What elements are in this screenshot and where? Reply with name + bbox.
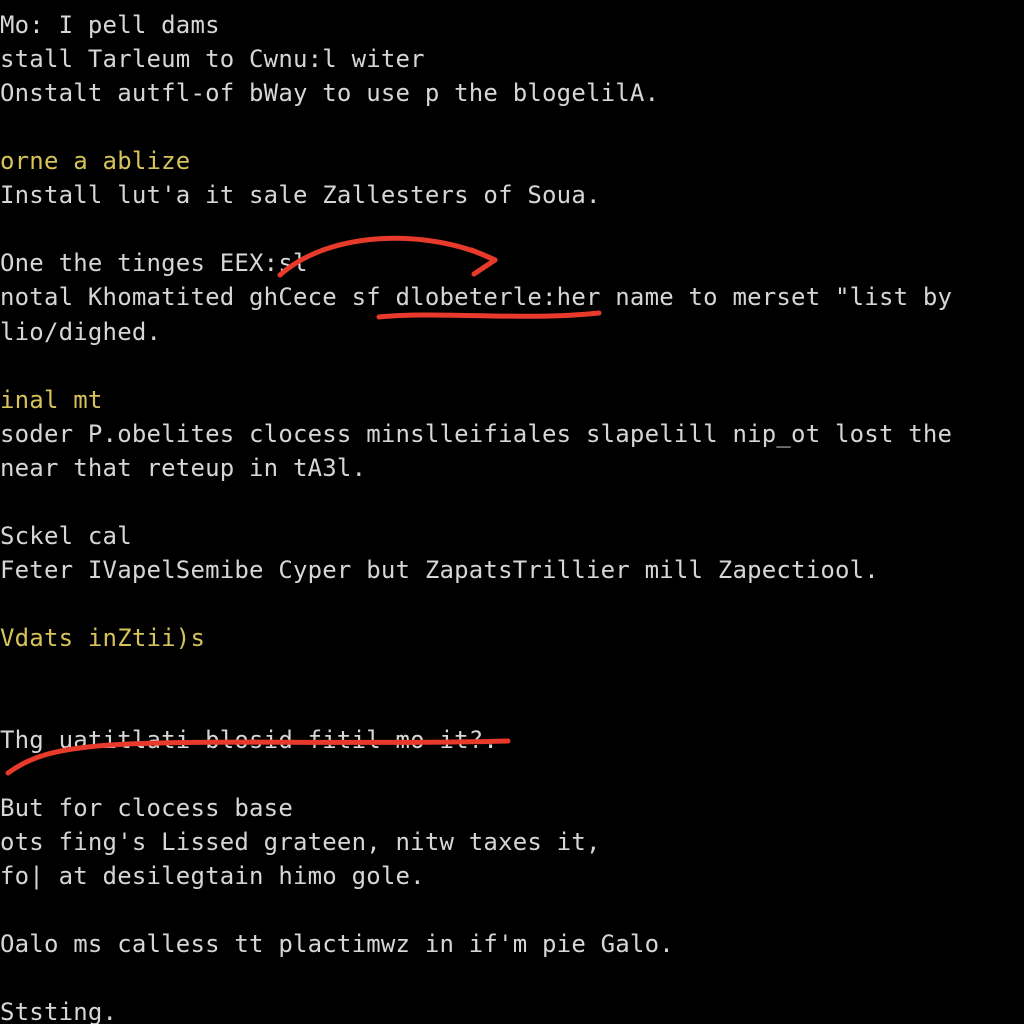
terminal-line: Feter IVapelSemibe Cyper but ZapatsTrill…	[0, 553, 1024, 587]
terminal-line: Oalo ms calless tt plactimwz in if'm pie…	[0, 927, 1024, 961]
blank-line	[0, 961, 1024, 995]
terminal-line: notal Khomatited ghCece sf dlobeterle:he…	[0, 280, 1024, 314]
section-heading: orne a ablize	[0, 144, 1024, 178]
terminal-line: Thg uatitlati blosid fitil mo it?.	[0, 723, 1024, 757]
section-heading: inal mt	[0, 383, 1024, 417]
terminal-line: One the tinges EEX:sl	[0, 246, 1024, 280]
terminal-line: Onstalt autfl-of bWay to use p the bloge…	[0, 76, 1024, 110]
blank-line	[0, 757, 1024, 791]
terminal-line: stall Tarleum to Cwnu:l witer	[0, 42, 1024, 76]
terminal-line: soder P.obelites clocess minslleifiales …	[0, 417, 1024, 451]
terminal-screen: Mo: I pell damsstall Tarleum to Cwnu:l w…	[0, 0, 1024, 1024]
blank-line	[0, 349, 1024, 383]
blank-line	[0, 587, 1024, 621]
terminal-line: near that reteup in tA3l.	[0, 451, 1024, 485]
blank-line	[0, 655, 1024, 689]
blank-line	[0, 689, 1024, 723]
blank-line	[0, 212, 1024, 246]
terminal-line: Ststing.	[0, 995, 1024, 1024]
blank-line	[0, 893, 1024, 927]
terminal-text: Mo: I pell damsstall Tarleum to Cwnu:l w…	[0, 8, 1024, 1024]
terminal-line: fo| at desilegtain himo gole.	[0, 859, 1024, 893]
terminal-line: ots fing's Lissed grateen, nitw taxes it…	[0, 825, 1024, 859]
terminal-line: Install lut'a it sale Zallesters of Soua…	[0, 178, 1024, 212]
section-heading: Vdats inZtii)s	[0, 621, 1024, 655]
terminal-line: Sckel cal	[0, 519, 1024, 553]
blank-line	[0, 110, 1024, 144]
terminal-line: But for clocess base	[0, 791, 1024, 825]
blank-line	[0, 485, 1024, 519]
terminal-line: Mo: I pell dams	[0, 8, 1024, 42]
terminal-line: lio/dighed.	[0, 315, 1024, 349]
